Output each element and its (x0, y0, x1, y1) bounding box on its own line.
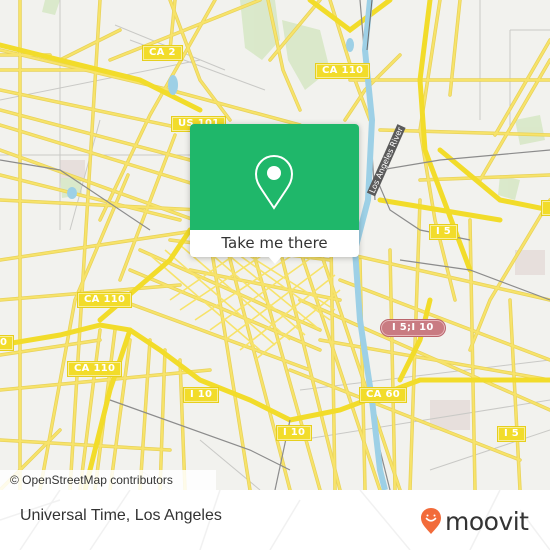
brand-wordmark: moovit (445, 506, 529, 536)
destination-popup: Take me there (190, 124, 359, 264)
road-shield: CA 2 (143, 46, 182, 60)
road-shield: 0 (0, 336, 14, 350)
moovit-logo[interactable]: moovit (420, 506, 529, 536)
popup-pointer (267, 255, 283, 264)
road-shield: CA 110 (68, 362, 122, 376)
road-shield (542, 201, 550, 215)
road-shield: I 5 (430, 225, 458, 239)
road-shield: I 10 (184, 388, 219, 402)
lake (168, 75, 178, 95)
popup-header (190, 124, 359, 230)
take-me-there-button[interactable]: Take me there (190, 230, 359, 257)
road-shield: I 10 (277, 426, 312, 440)
road-shield: I 5;I 10 (381, 320, 445, 336)
road-shield: CA 60 (360, 388, 406, 402)
moovit-pin-icon (421, 508, 441, 534)
footer: Universal Time, Los Angeles moovit (0, 490, 550, 550)
map[interactable]: Los Angeles River CA 2 CA 110 US 101 I 5… (0, 0, 550, 490)
lake (346, 38, 354, 52)
lake (67, 187, 77, 199)
place-name: Universal Time, Los Angeles (20, 507, 222, 524)
road-shield: CA 110 (78, 293, 132, 307)
road-shield: I 5 (498, 427, 526, 441)
map-attribution[interactable]: © OpenStreetMap contributors (0, 470, 216, 490)
location-pin-icon (254, 154, 294, 210)
road-shield: CA 110 (316, 64, 370, 78)
